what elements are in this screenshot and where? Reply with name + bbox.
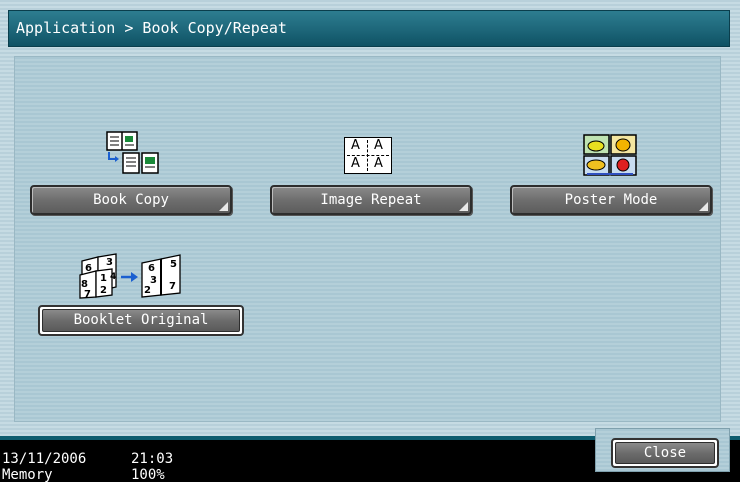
booklet-original-button[interactable]: Booklet Original (38, 305, 244, 336)
booklet-page-number: 7 (84, 289, 91, 299)
status-date: 13/11/2006 (2, 451, 87, 467)
booklet-page-number: 3 (106, 257, 113, 268)
booklet-page-number: 7 (169, 281, 176, 292)
booklet-original-label: Booklet Original (42, 309, 240, 332)
image-repeat-label: Image Repeat (320, 192, 422, 208)
booklet-page-number: 6 (148, 263, 155, 274)
poster-mode-button[interactable]: Poster Mode (510, 185, 712, 215)
corner-mark-icon (699, 202, 708, 211)
book-copy-button[interactable]: Book Copy (30, 185, 232, 215)
booklet-page-number: 4 (110, 272, 116, 282)
corner-mark-icon (459, 202, 468, 211)
book-copy-label: Book Copy (93, 192, 169, 208)
booklet-page-number: 2 (144, 285, 151, 296)
repeat-letter: A (351, 138, 360, 153)
booklet-page-number: 5 (170, 259, 177, 270)
repeat-letter: A (374, 156, 383, 171)
status-time: 21:03 (131, 451, 174, 467)
options-panel (14, 56, 721, 422)
page-title: Application > Book Copy/Repeat (8, 10, 730, 47)
repeat-letter: A (374, 138, 383, 153)
poster-mode-icon (583, 134, 637, 176)
repeat-letter: A (351, 156, 360, 171)
booklet-page-number: 3 (150, 275, 157, 286)
memory-label: Memory (2, 467, 53, 483)
corner-mark-icon (219, 202, 228, 211)
book-copy-icon (106, 131, 159, 174)
memory-value: 100% (131, 467, 165, 483)
close-label: Close (615, 442, 715, 464)
image-repeat-icon: A A A A (344, 137, 392, 174)
booklet-page-number: 6 (85, 263, 92, 274)
booklet-page-number: 2 (100, 285, 107, 296)
poster-mode-label: Poster Mode (564, 192, 658, 208)
image-repeat-button[interactable]: Image Repeat (270, 185, 472, 215)
booklet-page-number: 1 (100, 273, 107, 284)
booklet-original-icon: 6 3 1 4 8 2 7 6 5 3 2 7 (79, 253, 181, 299)
close-button[interactable]: Close (611, 438, 719, 468)
